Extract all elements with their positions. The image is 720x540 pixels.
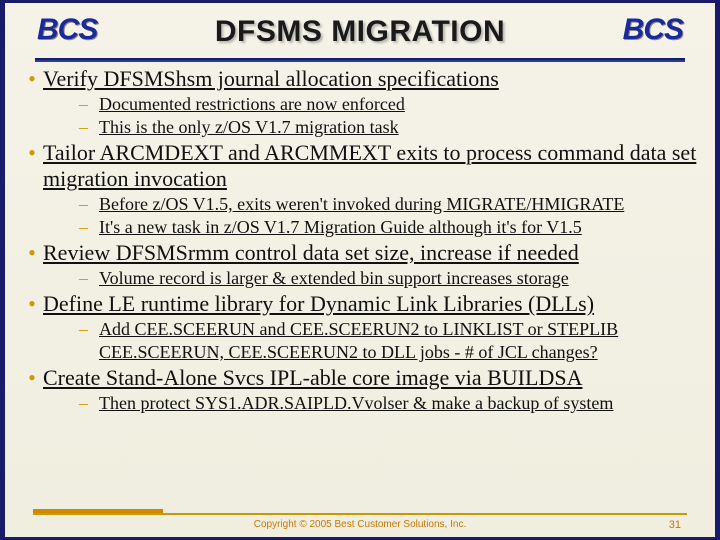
bullet-text: Verify DFSMShsm journal allocation speci… xyxy=(43,66,707,92)
sub-item: –Volume record is larger & extended bin … xyxy=(79,267,707,290)
logo-left: BCS xyxy=(37,13,97,47)
dash-icon: – xyxy=(79,193,99,216)
sub-item: –It's a new task in z/OS V1.7 Migration … xyxy=(79,216,707,239)
bullet-icon: • xyxy=(21,66,43,92)
sub-text: This is the only z/OS V1.7 migration tas… xyxy=(99,116,707,139)
bullet-item: • Define LE runtime library for Dynamic … xyxy=(21,291,707,317)
sub-text: Before z/OS V1.5, exits weren't invoked … xyxy=(99,193,707,216)
dash-icon: – xyxy=(79,392,99,415)
sub-text: Documented restrictions are now enforced xyxy=(99,93,707,116)
slide-content: • Verify DFSMShsm journal allocation spe… xyxy=(21,65,707,511)
bullet-text: Review DFSMSrmm control data set size, i… xyxy=(43,240,707,266)
bullet-icon: • xyxy=(21,240,43,266)
sub-item: –Before z/OS V1.5, exits weren't invoked… xyxy=(79,193,707,216)
bullet-icon: • xyxy=(21,365,43,391)
sub-item: –Documented restrictions are now enforce… xyxy=(79,93,707,116)
sub-item: –Add CEE.SCEERUN and CEE.SCEERUN2 to LIN… xyxy=(79,318,707,364)
logo-right: BCS xyxy=(623,13,683,47)
sub-text: It's a new task in z/OS V1.7 Migration G… xyxy=(99,216,707,239)
sub-group: –Add CEE.SCEERUN and CEE.SCEERUN2 to LIN… xyxy=(79,318,707,364)
bullet-icon: • xyxy=(21,140,43,166)
bullet-item: • Verify DFSMShsm journal allocation spe… xyxy=(21,66,707,92)
dash-icon: – xyxy=(79,267,99,290)
sub-group: –Then protect SYS1.ADR.SAIPLD.Vvolser & … xyxy=(79,392,707,415)
slide-footer: Copyright © 2005 Best Customer Solutions… xyxy=(33,513,687,533)
title-underline xyxy=(35,58,685,60)
bullet-text: Create Stand-Alone Svcs IPL-able core im… xyxy=(43,365,707,391)
bullet-icon: • xyxy=(21,291,43,317)
sub-text: Add CEE.SCEERUN and CEE.SCEERUN2 to LINK… xyxy=(99,318,707,364)
bullet-text: Define LE runtime library for Dynamic Li… xyxy=(43,291,707,317)
dash-icon: – xyxy=(79,93,99,116)
sub-group: –Before z/OS V1.5, exits weren't invoked… xyxy=(79,193,707,239)
footer-accent xyxy=(33,509,163,513)
sub-group: –Documented restrictions are now enforce… xyxy=(79,93,707,139)
dash-icon: – xyxy=(79,116,99,139)
dash-icon: – xyxy=(79,216,99,239)
sub-text: Then protect SYS1.ADR.SAIPLD.Vvolser & m… xyxy=(99,392,707,415)
bullet-item: • Tailor ARCMDEXT and ARCMMEXT exits to … xyxy=(21,140,707,192)
bullet-text: Tailor ARCMDEXT and ARCMMEXT exits to pr… xyxy=(43,140,707,192)
sub-text: Volume record is larger & extended bin s… xyxy=(99,267,707,290)
slide: BCS DFSMS MIGRATION BCS • Verify DFSMShs… xyxy=(0,0,720,540)
bullet-item: • Review DFSMSrmm control data set size,… xyxy=(21,240,707,266)
copyright-text: Copyright © 2005 Best Customer Solutions… xyxy=(254,519,466,530)
bullet-item: • Create Stand-Alone Svcs IPL-able core … xyxy=(21,365,707,391)
slide-title: DFSMS MIGRATION xyxy=(215,15,505,49)
page-number: 31 xyxy=(669,519,681,531)
dash-icon: – xyxy=(79,318,99,341)
sub-item: –Then protect SYS1.ADR.SAIPLD.Vvolser & … xyxy=(79,392,707,415)
sub-item: –This is the only z/OS V1.7 migration ta… xyxy=(79,116,707,139)
slide-header: BCS DFSMS MIGRATION BCS xyxy=(5,3,715,61)
sub-group: –Volume record is larger & extended bin … xyxy=(79,267,707,290)
